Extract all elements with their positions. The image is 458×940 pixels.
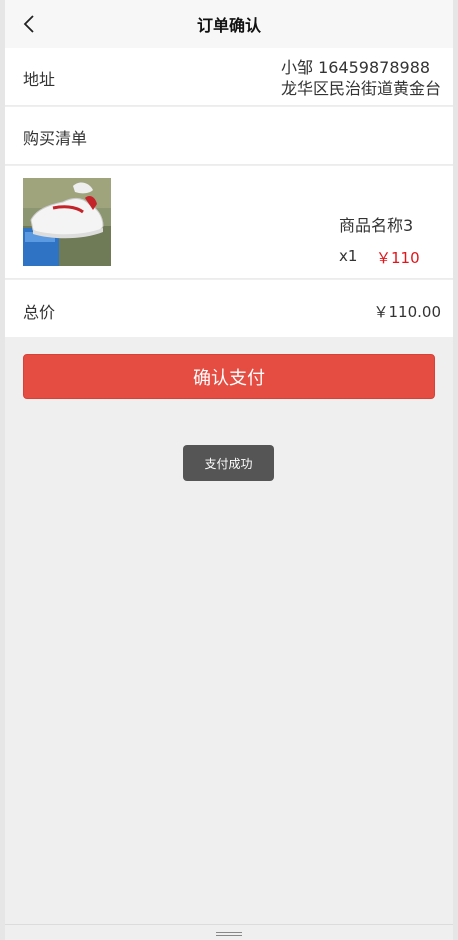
total-value: ￥110.00 xyxy=(373,303,442,321)
confirm-pay-button[interactable]: 确认支付 xyxy=(23,354,435,399)
home-indicator-icon[interactable] xyxy=(216,932,242,937)
bottom-divider xyxy=(5,924,453,925)
address-detail: 龙华区民治街道黄金台 xyxy=(280,79,441,98)
product-image xyxy=(23,178,111,266)
address-label: 地址 xyxy=(23,70,56,89)
product-name: 商品名称3 xyxy=(339,216,414,235)
total-row: 总价 ￥110.00 xyxy=(5,280,453,337)
product-price: ￥110 xyxy=(376,249,420,267)
address-contact: 小邹 16459878988 xyxy=(280,58,431,77)
nav-bar: 订单确认 xyxy=(5,0,453,48)
toast-message: 支付成功 xyxy=(183,445,274,481)
chevron-left-icon xyxy=(23,15,34,33)
shopping-list-label: 购买清单 xyxy=(23,129,88,148)
address-row[interactable]: 地址 小邹 16459878988 龙华区民治街道黄金台 xyxy=(5,48,453,106)
product-quantity: x1 xyxy=(339,247,358,265)
goods-item[interactable]: 商品名称3 x1 ￥110 xyxy=(5,166,453,279)
app-frame: 订单确认 地址 小邹 16459878988 龙华区民治街道黄金台 购买清单 商… xyxy=(0,0,458,940)
back-button[interactable] xyxy=(15,10,43,38)
address-info: 小邹 16459878988 龙华区民治街道黄金台 xyxy=(281,57,441,99)
total-label: 总价 xyxy=(23,303,56,322)
page-title: 订单确认 xyxy=(196,16,261,35)
shopping-list-row: 购买清单 xyxy=(5,107,453,165)
